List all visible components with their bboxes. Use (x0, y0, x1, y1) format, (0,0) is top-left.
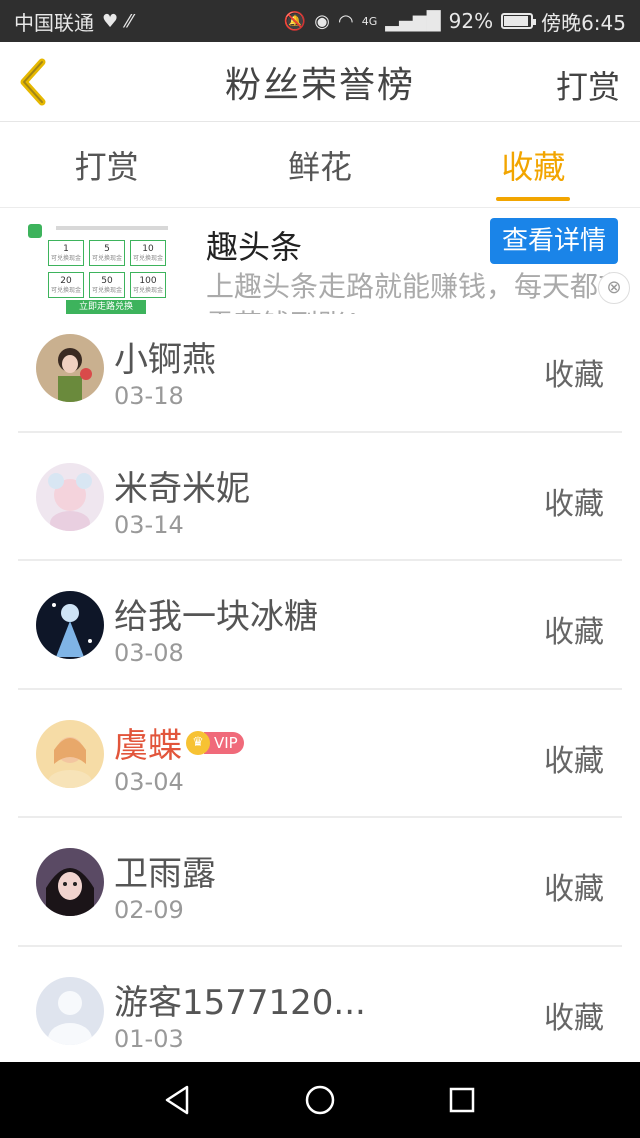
heart-icon: ♥ (102, 10, 119, 32)
user-name: 米奇米妮 (114, 468, 250, 509)
ad-title: 趣头条 (206, 228, 303, 266)
action-label: 收藏 (544, 743, 604, 779)
battery-percent: 92% (448, 9, 494, 33)
avatar (36, 976, 104, 1045)
battery-icon (501, 13, 537, 29)
eye-icon: ◉ (314, 10, 330, 32)
record-date: 03-14 (114, 510, 184, 539)
tab-reward-label: 打赏 (74, 147, 139, 186)
status-bar: 中国联通 ♥ ⁄⁄ 🔕 ◉ ◠ 4G ▂▄▆█ 92% 傍晚6:45 (0, 0, 640, 42)
tab-favorites-label: 收藏 (501, 147, 566, 186)
nav-back-button[interactable] (107, 1062, 249, 1138)
tab-bar: 打赏 鲜花 收藏 (0, 122, 640, 208)
ad-thumbnail: 1 可兑换现金 5 可兑换现金 10 可兑换现金 20 可兑换现金 50 可兑换现金 10… (26, 216, 176, 314)
signal-extra-icon: ⁄⁄ (126, 10, 133, 32)
avatar (36, 591, 104, 659)
action-label: 收藏 (544, 486, 604, 522)
user-name: 小锕燕 (114, 340, 216, 380)
ad-thumb-header (56, 226, 168, 230)
ad-logo-icon (28, 224, 42, 238)
list-item[interactable]: 游客1577120... 01-03 收藏 (18, 947, 622, 1076)
ad-thumb-grid: 1 可兑换现金 5 可兑换现金 10 可兑换现金 20 可兑换现金 50 可兑换现金 10… (48, 240, 166, 298)
record-date: 03-08 (114, 639, 184, 667)
record-date: 03-04 (114, 767, 184, 796)
ad-banner[interactable]: 1 可兑换现金 5 可兑换现金 10 可兑换现金 20 可兑换现金 50 可兑换现金 10… (0, 208, 640, 314)
cell-signal-icon: ▂▄▆█ (385, 10, 441, 32)
carrier-label: 中国联通 (14, 10, 94, 35)
back-button[interactable] (14, 56, 54, 108)
clock: 傍晚6:45 (541, 10, 626, 35)
nav-recents-button[interactable] (391, 1062, 533, 1138)
circle-home-icon (305, 1085, 335, 1115)
square-recents-icon (449, 1087, 475, 1113)
record-date: 02-09 (114, 896, 184, 924)
list-item[interactable]: 虞蝶 ♛ VIP 03-04 收藏 (18, 690, 622, 818)
mute-icon: 🔕 (283, 10, 307, 32)
system-nav-bar (0, 1062, 640, 1138)
avatar (36, 848, 104, 916)
ad-close-icon[interactable]: ⊗ (598, 272, 630, 304)
ad-cell: 100 可兑换现金 (130, 272, 166, 298)
ad-cell: 1 可兑换现金 (48, 240, 84, 266)
tab-favorites[interactable]: 收藏 (427, 122, 640, 207)
list-item[interactable]: 小锕燕 03-18 收藏 (18, 304, 622, 433)
list-item[interactable]: 卫雨露 02-09 收藏 (18, 818, 622, 947)
nav-home-button[interactable] (249, 1062, 391, 1138)
crown-icon: ♛ (186, 730, 210, 755)
action-label: 收藏 (544, 1000, 604, 1036)
avatar (36, 462, 104, 531)
user-name: 卫雨露 (114, 854, 216, 894)
action-label: 收藏 (544, 872, 604, 907)
network-label: 4G (361, 14, 378, 28)
wifi-icon: ◠ (338, 10, 354, 32)
tab-flowers-label: 鲜花 (287, 147, 352, 186)
action-label: 收藏 (544, 615, 604, 650)
view-details-button[interactable]: 查看详情 (490, 218, 618, 264)
chevron-left-icon (20, 58, 46, 106)
favorites-list: 小锕燕 03-18 收藏 米奇米妮 03-14 收藏 给我一块冰糖 03-08 … (0, 304, 640, 1075)
ad-cell: 5 可兑换现金 (89, 240, 125, 266)
user-name: 游客1577120... (114, 982, 366, 1023)
page-title: 粉丝荣誉榜 (224, 64, 415, 106)
vip-badge: ♛ VIP (186, 730, 244, 756)
list-item[interactable]: 米奇米妮 03-14 收藏 (18, 433, 622, 561)
tab-reward[interactable]: 打赏 (0, 122, 213, 207)
ad-cell: 50 可兑换现金 (89, 272, 125, 298)
avatar (36, 719, 104, 788)
user-name: 虞蝶 (114, 725, 182, 766)
ad-cell: 20 可兑换现金 (48, 272, 84, 298)
header-bar: 粉丝荣誉榜 打赏 (0, 42, 640, 122)
action-label: 收藏 (544, 358, 604, 393)
record-date: 03-18 (114, 382, 184, 410)
tab-flowers[interactable]: 鲜花 (213, 122, 426, 207)
avatar (36, 334, 104, 402)
triangle-back-icon (165, 1085, 189, 1115)
list-item[interactable]: 给我一块冰糖 03-08 收藏 (18, 561, 622, 690)
ad-cell: 10 可兑换现金 (130, 240, 166, 266)
reward-header-button[interactable]: 打赏 (556, 62, 620, 108)
record-date: 01-03 (114, 1024, 184, 1053)
user-name: 给我一块冰糖 (114, 597, 318, 637)
